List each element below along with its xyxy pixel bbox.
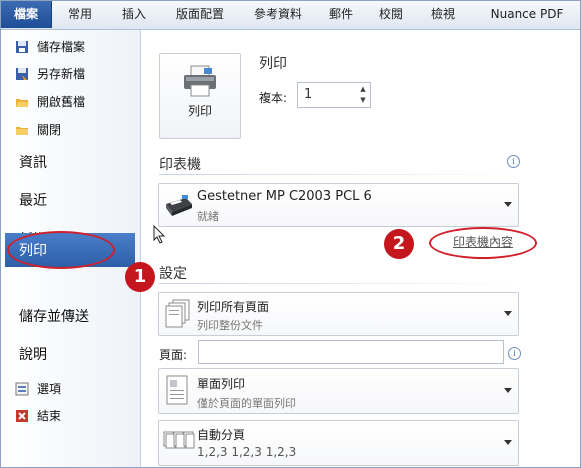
nav-save-label: 儲存檔案 xyxy=(37,40,86,54)
copies-value: 1 xyxy=(304,87,313,102)
chevron-down-icon xyxy=(504,440,512,445)
chevron-down-icon xyxy=(504,388,512,393)
tab-mailings[interactable]: 郵件 xyxy=(323,1,359,28)
nav-help[interactable]: 說明 xyxy=(19,341,47,369)
collate-subtitle: 1,2,3 1,2,3 1,2,3 xyxy=(197,445,297,459)
tab-page-layout[interactable]: 版面配置 xyxy=(171,1,229,28)
tab-review[interactable]: 校閱 xyxy=(373,1,409,28)
collate-dropdown[interactable]: 自動分頁 1,2,3 1,2,3 1,2,3 xyxy=(158,420,519,466)
printer-divider xyxy=(159,174,519,175)
nav-info[interactable]: 資訊 xyxy=(19,149,47,177)
nav-options[interactable]: 選項 xyxy=(15,379,61,399)
nav-open-label: 開啟舊檔 xyxy=(37,95,86,109)
pages-label: 頁面: xyxy=(159,348,188,362)
pages-info-icon[interactable]: i xyxy=(508,347,521,360)
nav-save[interactable]: 儲存檔案 xyxy=(15,37,85,57)
print-button-label: 列印 xyxy=(187,104,212,118)
printer-heading: 印表機 xyxy=(159,157,201,173)
copies-label: 複本: xyxy=(259,91,288,105)
chevron-down-icon xyxy=(504,311,512,316)
pages-input[interactable] xyxy=(198,340,504,364)
nav-exit[interactable]: 結束 xyxy=(15,406,61,426)
backstage-window: 檔案 常用 插入 版面配置 參考資料 郵件 校閱 檢視 Nuance PDF 儲… xyxy=(0,0,581,468)
nav-options-label: 選項 xyxy=(37,382,62,396)
collate-icon xyxy=(163,429,195,460)
printer-status: 就緒 xyxy=(197,210,219,223)
nav-close-label: 關閉 xyxy=(37,123,62,137)
save-as-icon xyxy=(15,67,29,81)
sides-dropdown[interactable]: 單面列印 僅於頁面的單面列印 xyxy=(158,368,519,414)
tab-references[interactable]: 參考資料 xyxy=(247,1,309,28)
nav-close[interactable]: 關閉 xyxy=(15,120,61,140)
copies-stepper[interactable]: 1 ▲ ▼ xyxy=(297,82,371,108)
annotation-ellipse-2 xyxy=(429,227,537,259)
tab-nuance-pdf[interactable]: Nuance PDF xyxy=(479,1,575,28)
tab-insert[interactable]: 插入 xyxy=(113,1,155,28)
print-range-dropdown[interactable]: 列印所有頁面 列印整份文件 xyxy=(158,292,519,336)
ribbon-tab-bar: 檔案 常用 插入 版面配置 參考資料 郵件 校閱 檢視 Nuance PDF xyxy=(1,1,580,30)
settings-divider xyxy=(159,283,519,284)
nav-exit-label: 結束 xyxy=(37,409,62,423)
collate-title: 自動分頁 xyxy=(197,428,246,442)
print-button[interactable]: 列印 xyxy=(159,53,241,139)
open-folder-icon xyxy=(15,95,29,109)
nav-open[interactable]: 開啟舊檔 xyxy=(15,92,85,112)
print-range-title: 列印所有頁面 xyxy=(197,300,270,314)
annotation-badge-2: 2 xyxy=(384,229,414,259)
single-page-icon xyxy=(165,375,191,410)
sides-title: 單面列印 xyxy=(197,377,246,391)
save-icon xyxy=(15,40,29,54)
nav-save-as-label: 另存新檔 xyxy=(37,67,86,81)
tab-home[interactable]: 常用 xyxy=(59,1,101,28)
print-title: 列印 xyxy=(259,56,287,72)
spin-up-icon[interactable]: ▲ xyxy=(358,84,368,94)
tab-view[interactable]: 檢視 xyxy=(425,1,461,28)
exit-icon xyxy=(15,409,29,423)
options-icon xyxy=(15,382,29,396)
settings-heading: 設定 xyxy=(159,266,187,282)
nav-recent[interactable]: 最近 xyxy=(19,187,47,215)
printer-info-icon[interactable]: i xyxy=(507,155,520,168)
nav-save-send[interactable]: 儲存並傳送 xyxy=(19,303,89,331)
sides-subtitle: 僅於頁面的單面列印 xyxy=(197,397,296,410)
printer-name: Gestetner MP C2003 PCL 6 xyxy=(197,189,372,204)
spin-down-icon[interactable]: ▼ xyxy=(358,95,368,105)
annotation-ellipse-1 xyxy=(7,231,115,269)
annotation-badge-1: 1 xyxy=(125,262,155,292)
printer-device-icon xyxy=(162,192,194,223)
nav-save-as[interactable]: 另存新檔 xyxy=(15,64,85,84)
printer-dropdown[interactable]: Gestetner MP C2003 PCL 6 就緒 xyxy=(158,183,519,227)
tab-file[interactable]: 檔案 xyxy=(1,1,52,28)
print-range-subtitle: 列印整份文件 xyxy=(197,319,263,332)
chevron-down-icon xyxy=(504,202,512,207)
pages-stack-icon xyxy=(165,299,191,332)
printer-icon xyxy=(182,64,218,101)
close-folder-icon xyxy=(15,123,29,137)
